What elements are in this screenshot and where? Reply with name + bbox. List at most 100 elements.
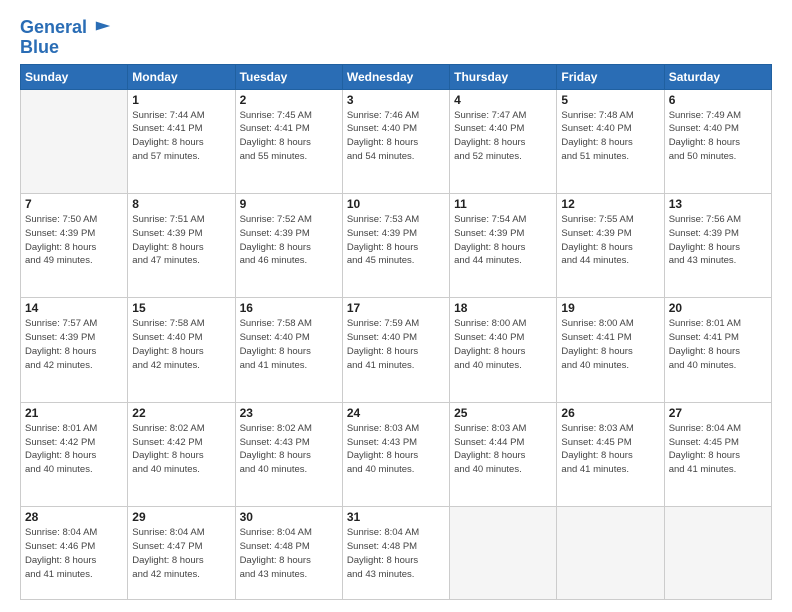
calendar-table: SundayMondayTuesdayWednesdayThursdayFrid…: [20, 64, 772, 600]
logo: General Blue: [20, 18, 112, 58]
calendar-day-cell: 14 Sunrise: 7:57 AMSunset: 4:39 PMDayligh…: [21, 298, 128, 402]
day-number: 18: [454, 301, 552, 315]
day-info: Sunrise: 8:04 AMSunset: 4:48 PMDaylight:…: [240, 526, 338, 581]
day-number: 29: [132, 510, 230, 524]
day-number: 23: [240, 406, 338, 420]
day-info: Sunrise: 7:48 AMSunset: 4:40 PMDaylight:…: [561, 109, 659, 164]
day-number: 22: [132, 406, 230, 420]
calendar-day-cell: [664, 507, 771, 600]
calendar-day-cell: 19 Sunrise: 8:00 AMSunset: 4:41 PMDayligh…: [557, 298, 664, 402]
calendar-day-cell: 10 Sunrise: 7:53 AMSunset: 4:39 PMDayligh…: [342, 194, 449, 298]
day-number: 30: [240, 510, 338, 524]
weekday-header: Thursday: [450, 64, 557, 89]
day-info: Sunrise: 8:01 AMSunset: 4:42 PMDaylight:…: [25, 422, 123, 477]
calendar-day-cell: 25 Sunrise: 8:03 AMSunset: 4:44 PMDayligh…: [450, 402, 557, 506]
day-number: 31: [347, 510, 445, 524]
day-info: Sunrise: 7:45 AMSunset: 4:41 PMDaylight:…: [240, 109, 338, 164]
day-info: Sunrise: 8:03 AMSunset: 4:44 PMDaylight:…: [454, 422, 552, 477]
weekday-header: Monday: [128, 64, 235, 89]
day-info: Sunrise: 8:04 AMSunset: 4:46 PMDaylight:…: [25, 526, 123, 581]
day-number: 6: [669, 93, 767, 107]
day-info: Sunrise: 8:03 AMSunset: 4:43 PMDaylight:…: [347, 422, 445, 477]
logo-text: General: [20, 18, 112, 38]
day-number: 4: [454, 93, 552, 107]
day-info: Sunrise: 7:54 AMSunset: 4:39 PMDaylight:…: [454, 213, 552, 268]
calendar-day-cell: 11 Sunrise: 7:54 AMSunset: 4:39 PMDayligh…: [450, 194, 557, 298]
day-info: Sunrise: 8:00 AMSunset: 4:41 PMDaylight:…: [561, 317, 659, 372]
weekday-header: Wednesday: [342, 64, 449, 89]
day-number: 2: [240, 93, 338, 107]
calendar-header-row: SundayMondayTuesdayWednesdayThursdayFrid…: [21, 64, 772, 89]
day-number: 19: [561, 301, 659, 315]
weekday-header: Saturday: [664, 64, 771, 89]
calendar-day-cell: 4 Sunrise: 7:47 AMSunset: 4:40 PMDaylight…: [450, 89, 557, 193]
weekday-header: Sunday: [21, 64, 128, 89]
weekday-header: Friday: [557, 64, 664, 89]
day-info: Sunrise: 7:56 AMSunset: 4:39 PMDaylight:…: [669, 213, 767, 268]
day-number: 24: [347, 406, 445, 420]
day-info: Sunrise: 7:52 AMSunset: 4:39 PMDaylight:…: [240, 213, 338, 268]
calendar-day-cell: 13Sunrise: 7:56 AMSunset: 4:39 PMDayligh…: [664, 194, 771, 298]
day-info: Sunrise: 8:02 AMSunset: 4:42 PMDaylight:…: [132, 422, 230, 477]
day-number: 21: [25, 406, 123, 420]
day-info: Sunrise: 7:44 AMSunset: 4:41 PMDaylight:…: [132, 109, 230, 164]
header: General Blue: [20, 18, 772, 58]
calendar-day-cell: 6Sunrise: 7:49 AMSunset: 4:40 PMDaylight…: [664, 89, 771, 193]
calendar-day-cell: [557, 507, 664, 600]
day-number: 7: [25, 197, 123, 211]
day-number: 11: [454, 197, 552, 211]
calendar-day-cell: 30 Sunrise: 8:04 AMSunset: 4:48 PMDayligh…: [235, 507, 342, 600]
calendar-day-cell: 18 Sunrise: 8:00 AMSunset: 4:40 PMDayligh…: [450, 298, 557, 402]
calendar-day-cell: 9Sunrise: 7:52 AMSunset: 4:39 PMDaylight…: [235, 194, 342, 298]
day-number: 8: [132, 197, 230, 211]
weekday-header: Tuesday: [235, 64, 342, 89]
day-number: 3: [347, 93, 445, 107]
calendar-day-cell: 12Sunrise: 7:55 AMSunset: 4:39 PMDayligh…: [557, 194, 664, 298]
day-info: Sunrise: 8:00 AMSunset: 4:40 PMDaylight:…: [454, 317, 552, 372]
calendar-day-cell: 29Sunrise: 8:04 AMSunset: 4:47 PMDayligh…: [128, 507, 235, 600]
calendar-week-row: 1 Sunrise: 7:44 AMSunset: 4:41 PMDaylight…: [21, 89, 772, 193]
day-info: Sunrise: 7:53 AMSunset: 4:39 PMDaylight:…: [347, 213, 445, 268]
day-info: Sunrise: 7:58 AMSunset: 4:40 PMDaylight:…: [132, 317, 230, 372]
calendar-week-row: 21 Sunrise: 8:01 AMSunset: 4:42 PMDayligh…: [21, 402, 772, 506]
day-info: Sunrise: 8:04 AMSunset: 4:45 PMDaylight:…: [669, 422, 767, 477]
day-number: 20: [669, 301, 767, 315]
day-number: 14: [25, 301, 123, 315]
calendar-day-cell: [450, 507, 557, 600]
day-info: Sunrise: 7:57 AMSunset: 4:39 PMDaylight:…: [25, 317, 123, 372]
calendar-day-cell: 22 Sunrise: 8:02 AMSunset: 4:42 PMDayligh…: [128, 402, 235, 506]
calendar-day-cell: 5 Sunrise: 7:48 AMSunset: 4:40 PMDaylight…: [557, 89, 664, 193]
calendar-day-cell: 1 Sunrise: 7:44 AMSunset: 4:41 PMDaylight…: [128, 89, 235, 193]
calendar-day-cell: [21, 89, 128, 193]
day-info: Sunrise: 7:50 AMSunset: 4:39 PMDaylight:…: [25, 213, 123, 268]
calendar-day-cell: 7 Sunrise: 7:50 AMSunset: 4:39 PMDaylight…: [21, 194, 128, 298]
day-number: 16: [240, 301, 338, 315]
day-number: 1: [132, 93, 230, 107]
day-number: 5: [561, 93, 659, 107]
logo-arrow-icon: [94, 19, 112, 33]
calendar-day-cell: 8 Sunrise: 7:51 AMSunset: 4:39 PMDaylight…: [128, 194, 235, 298]
calendar-week-row: 28Sunrise: 8:04 AMSunset: 4:46 PMDayligh…: [21, 507, 772, 600]
day-number: 10: [347, 197, 445, 211]
logo-blue-text: Blue: [20, 38, 59, 58]
day-number: 25: [454, 406, 552, 420]
day-number: 17: [347, 301, 445, 315]
day-number: 15: [132, 301, 230, 315]
page: General Blue SundayMondayTuesdayWednesda…: [0, 0, 792, 612]
calendar-day-cell: 15 Sunrise: 7:58 AMSunset: 4:40 PMDayligh…: [128, 298, 235, 402]
day-info: Sunrise: 7:47 AMSunset: 4:40 PMDaylight:…: [454, 109, 552, 164]
day-info: Sunrise: 7:59 AMSunset: 4:40 PMDaylight:…: [347, 317, 445, 372]
calendar-day-cell: 31 Sunrise: 8:04 AMSunset: 4:48 PMDayligh…: [342, 507, 449, 600]
day-info: Sunrise: 7:58 AMSunset: 4:40 PMDaylight:…: [240, 317, 338, 372]
calendar-day-cell: 17 Sunrise: 7:59 AMSunset: 4:40 PMDayligh…: [342, 298, 449, 402]
day-number: 26: [561, 406, 659, 420]
day-info: Sunrise: 7:51 AMSunset: 4:39 PMDaylight:…: [132, 213, 230, 268]
calendar-day-cell: 27Sunrise: 8:04 AMSunset: 4:45 PMDayligh…: [664, 402, 771, 506]
day-info: Sunrise: 7:55 AMSunset: 4:39 PMDaylight:…: [561, 213, 659, 268]
calendar-day-cell: 20Sunrise: 8:01 AMSunset: 4:41 PMDayligh…: [664, 298, 771, 402]
calendar-week-row: 14 Sunrise: 7:57 AMSunset: 4:39 PMDayligh…: [21, 298, 772, 402]
calendar-day-cell: 23 Sunrise: 8:02 AMSunset: 4:43 PMDayligh…: [235, 402, 342, 506]
day-info: Sunrise: 8:04 AMSunset: 4:48 PMDaylight:…: [347, 526, 445, 581]
calendar-week-row: 7 Sunrise: 7:50 AMSunset: 4:39 PMDaylight…: [21, 194, 772, 298]
day-info: Sunrise: 8:02 AMSunset: 4:43 PMDaylight:…: [240, 422, 338, 477]
